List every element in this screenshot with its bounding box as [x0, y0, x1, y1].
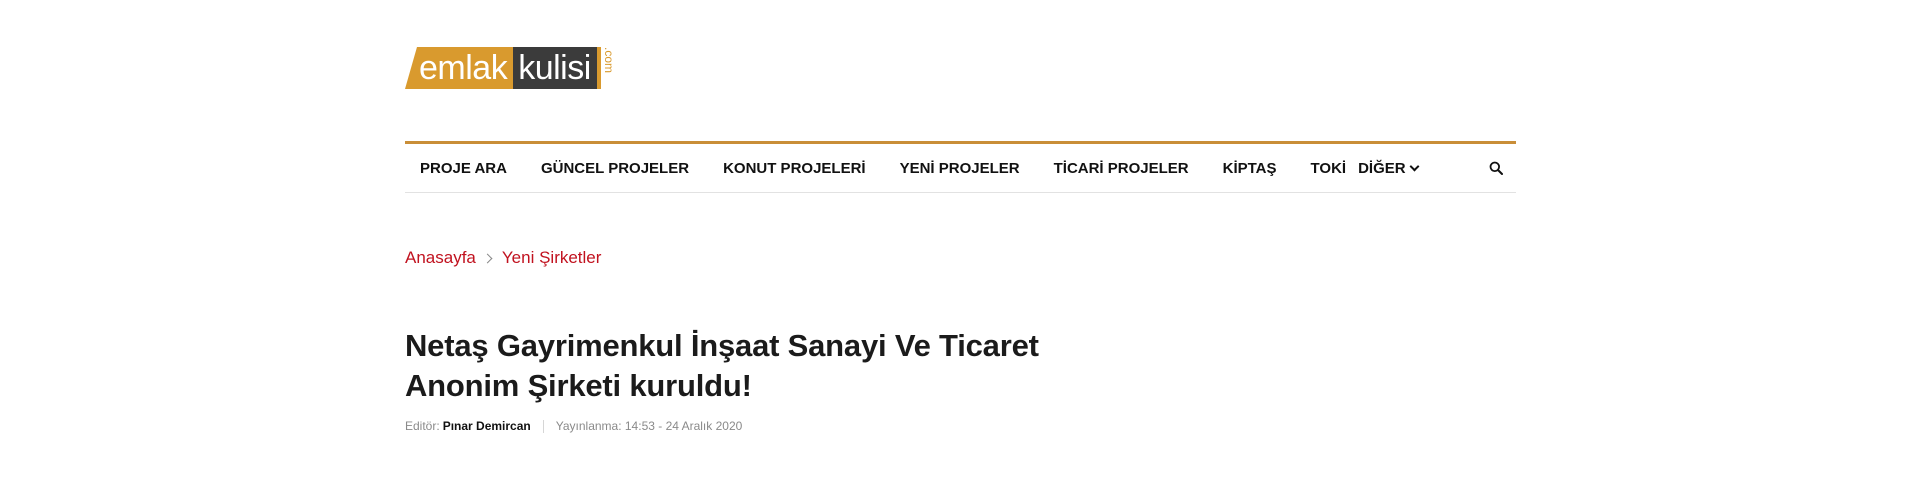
page: emlak kulisi .com PROJE ARA GÜNCEL PROJE…: [0, 0, 1920, 483]
chevron-right-icon: [482, 253, 493, 263]
nav-item-diger[interactable]: DİĞER: [1358, 160, 1420, 177]
chevron-down-icon: [1409, 161, 1420, 172]
breadcrumb: Anasayfa Yeni Şirketler: [405, 248, 601, 268]
editor-name-link[interactable]: Pınar Demircan: [443, 419, 531, 433]
meta-divider: [542, 419, 544, 433]
nav-item-toki[interactable]: TOKİ: [1311, 160, 1347, 177]
search-icon[interactable]: [1489, 161, 1503, 175]
nav-item-diger-label: DİĞER: [1358, 160, 1406, 177]
logo-accent-bar: [596, 47, 601, 89]
editor-label: Editör:: [405, 419, 440, 433]
content-container: emlak kulisi .com PROJE ARA GÜNCEL PROJE…: [405, 0, 1516, 483]
breadcrumb-home-link[interactable]: Anasayfa: [405, 248, 476, 268]
article-title: Netaş Gayrimenkul İnşaat Sanayi Ve Ticar…: [405, 328, 1039, 403]
nav-item-proje-ara[interactable]: PROJE ARA: [420, 160, 507, 177]
breadcrumb-category-link[interactable]: Yeni Şirketler: [502, 248, 602, 268]
nav-item-yeni-projeler[interactable]: YENİ PROJELER: [900, 160, 1020, 177]
article-meta: Editör: Pınar Demircan Yayınlanma: 14:53…: [405, 419, 742, 433]
nav-item-ticari-projeler[interactable]: TİCARİ PROJELER: [1054, 160, 1189, 177]
logo-suffix: .com: [601, 47, 616, 74]
main-nav: PROJE ARA GÜNCEL PROJELER KONUT PROJELER…: [405, 141, 1516, 193]
nav-item-konut-projeleri[interactable]: KONUT PROJELERİ: [723, 160, 866, 177]
site-logo[interactable]: emlak kulisi .com: [405, 45, 616, 91]
nav-item-kiptas[interactable]: KİPTAŞ: [1223, 160, 1277, 177]
logo-text-part1: emlak: [405, 47, 514, 89]
logo-text-part2: kulisi: [513, 47, 597, 89]
published-date: Yayınlanma: 14:53 - 24 Aralık 2020: [555, 419, 743, 433]
nav-item-guncel-projeler[interactable]: GÜNCEL PROJELER: [541, 160, 689, 177]
nav-list: PROJE ARA GÜNCEL PROJELER KONUT PROJELER…: [420, 144, 1420, 193]
